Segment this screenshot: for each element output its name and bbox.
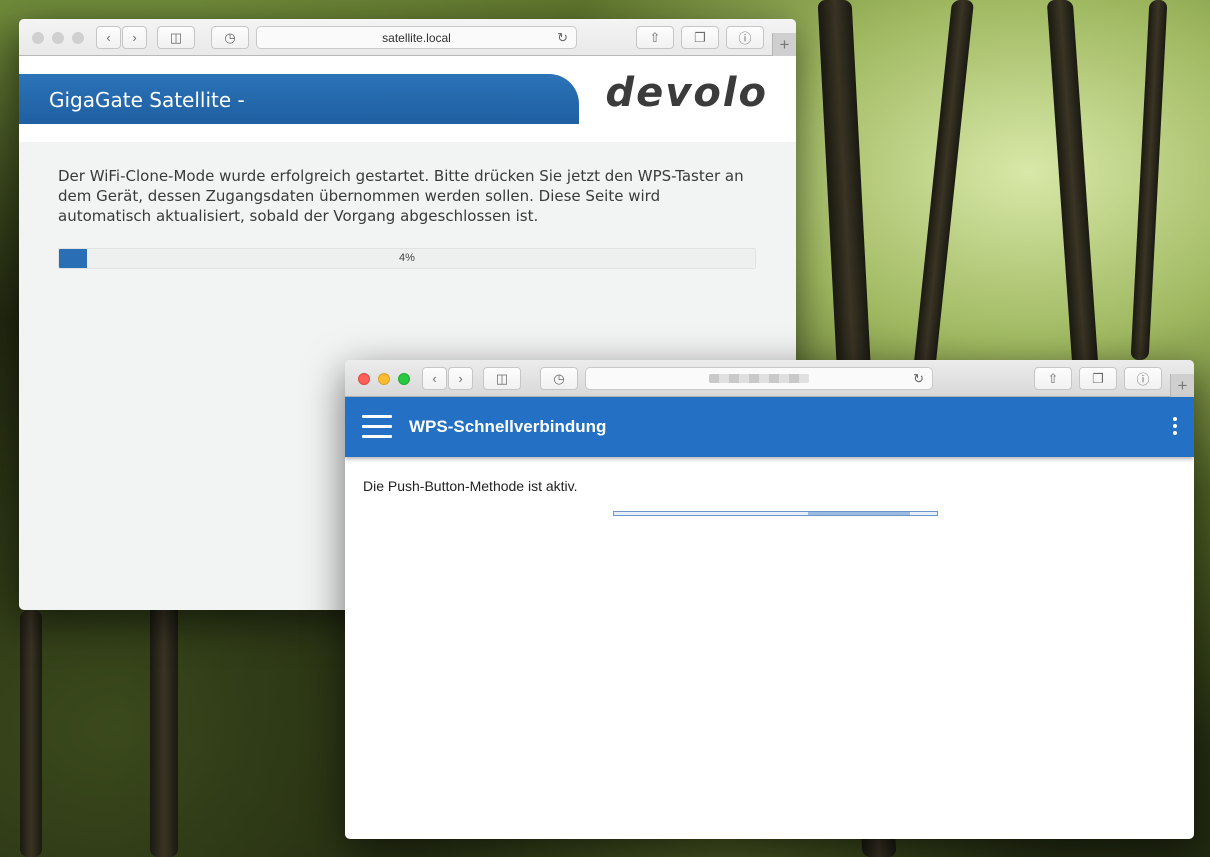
sidebar-icon: ◫ xyxy=(495,370,509,386)
forward-button[interactable]: › xyxy=(122,26,147,49)
back-button[interactable]: ‹ xyxy=(422,367,447,390)
new-tab-icon: + xyxy=(779,34,790,54)
forward-button[interactable]: › xyxy=(448,367,473,390)
history-button[interactable]: ◷ xyxy=(540,367,578,390)
info-button[interactable]: ⓘ xyxy=(1124,367,1162,390)
new-tab-button[interactable]: + xyxy=(772,33,796,56)
progress-bar: 4% xyxy=(58,248,756,269)
title-banner: GigaGate Satellite - xyxy=(19,74,579,124)
browser-window-wps: ‹ › ◫ ◷ ↻ ⇧ ❐ ⓘ + WPS-Schnellverbindung … xyxy=(345,360,1194,839)
indeterminate-progress-bar xyxy=(613,511,938,516)
info-icon: ⓘ xyxy=(738,31,752,46)
tabs-icon: ❐ xyxy=(694,29,706,45)
zoom-button[interactable] xyxy=(398,373,410,385)
background-tree xyxy=(20,610,42,857)
main-content: Der WiFi-Clone-Mode wurde erfolgreich ge… xyxy=(58,166,758,269)
forward-icon: › xyxy=(458,371,463,386)
zoom-button[interactable] xyxy=(72,32,84,44)
history-icon: ◷ xyxy=(553,370,565,386)
status-message: Die Push-Button-Methode ist aktiv. xyxy=(363,478,578,494)
tabs-icon: ❐ xyxy=(1092,370,1104,386)
new-tab-button[interactable]: + xyxy=(1170,374,1194,397)
tabs-button[interactable]: ❐ xyxy=(1079,367,1117,390)
page-title: GigaGate Satellite - xyxy=(49,88,245,112)
share-button[interactable]: ⇧ xyxy=(636,26,674,49)
background-tree xyxy=(907,0,975,420)
minimize-button[interactable] xyxy=(378,373,390,385)
reload-icon[interactable]: ↻ xyxy=(913,371,924,387)
sidebar-icon: ◫ xyxy=(169,29,183,45)
info-button[interactable]: ⓘ xyxy=(726,26,764,49)
more-options-icon[interactable] xyxy=(1172,417,1178,437)
back-button[interactable]: ‹ xyxy=(96,26,121,49)
share-icon: ⇧ xyxy=(1047,370,1059,386)
progress-label: 4% xyxy=(399,252,415,264)
page-title: WPS-Schnellverbindung xyxy=(409,417,607,436)
page-header: GigaGate Satellite - devolo xyxy=(19,56,796,142)
reload-icon[interactable]: ↻ xyxy=(557,30,568,46)
back-icon: ‹ xyxy=(106,30,111,45)
minimize-button[interactable] xyxy=(52,32,64,44)
progress-indicator xyxy=(808,512,910,515)
forward-icon: › xyxy=(132,30,137,45)
share-button[interactable]: ⇧ xyxy=(1034,367,1072,390)
history-button[interactable]: ◷ xyxy=(211,26,249,49)
status-message: Der WiFi-Clone-Mode wurde erfolgreich ge… xyxy=(58,167,744,225)
close-button[interactable] xyxy=(358,373,370,385)
devolo-logo: devolo xyxy=(605,70,768,116)
share-icon: ⇧ xyxy=(649,29,661,45)
background-tree xyxy=(150,600,178,857)
sidebar-button[interactable]: ◫ xyxy=(483,367,521,390)
titlebar: ‹ › ◫ ◷ ↻ ⇧ ❐ ⓘ + xyxy=(345,360,1194,397)
sidebar-button[interactable]: ◫ xyxy=(157,26,195,49)
main-content: Die Push-Button-Methode ist aktiv. xyxy=(345,457,1194,516)
info-icon: ⓘ xyxy=(1136,372,1150,387)
blurred-url xyxy=(709,374,809,383)
menu-icon[interactable] xyxy=(362,415,392,439)
address-bar[interactable]: satellite.local ↻ xyxy=(256,26,577,49)
background-tree xyxy=(1046,0,1100,380)
url-text: satellite.local xyxy=(382,30,451,45)
address-bar[interactable]: ↻ xyxy=(585,367,933,390)
history-icon: ◷ xyxy=(224,29,236,45)
background-tree xyxy=(1130,0,1168,360)
tabs-button[interactable]: ❐ xyxy=(681,26,719,49)
back-icon: ‹ xyxy=(432,371,437,386)
app-bar: WPS-Schnellverbindung xyxy=(345,397,1194,457)
close-button[interactable] xyxy=(32,32,44,44)
titlebar: ‹ › ◫ ◷ satellite.local ↻ ⇧ ❐ ⓘ + xyxy=(19,19,796,56)
new-tab-icon: + xyxy=(1177,375,1188,395)
